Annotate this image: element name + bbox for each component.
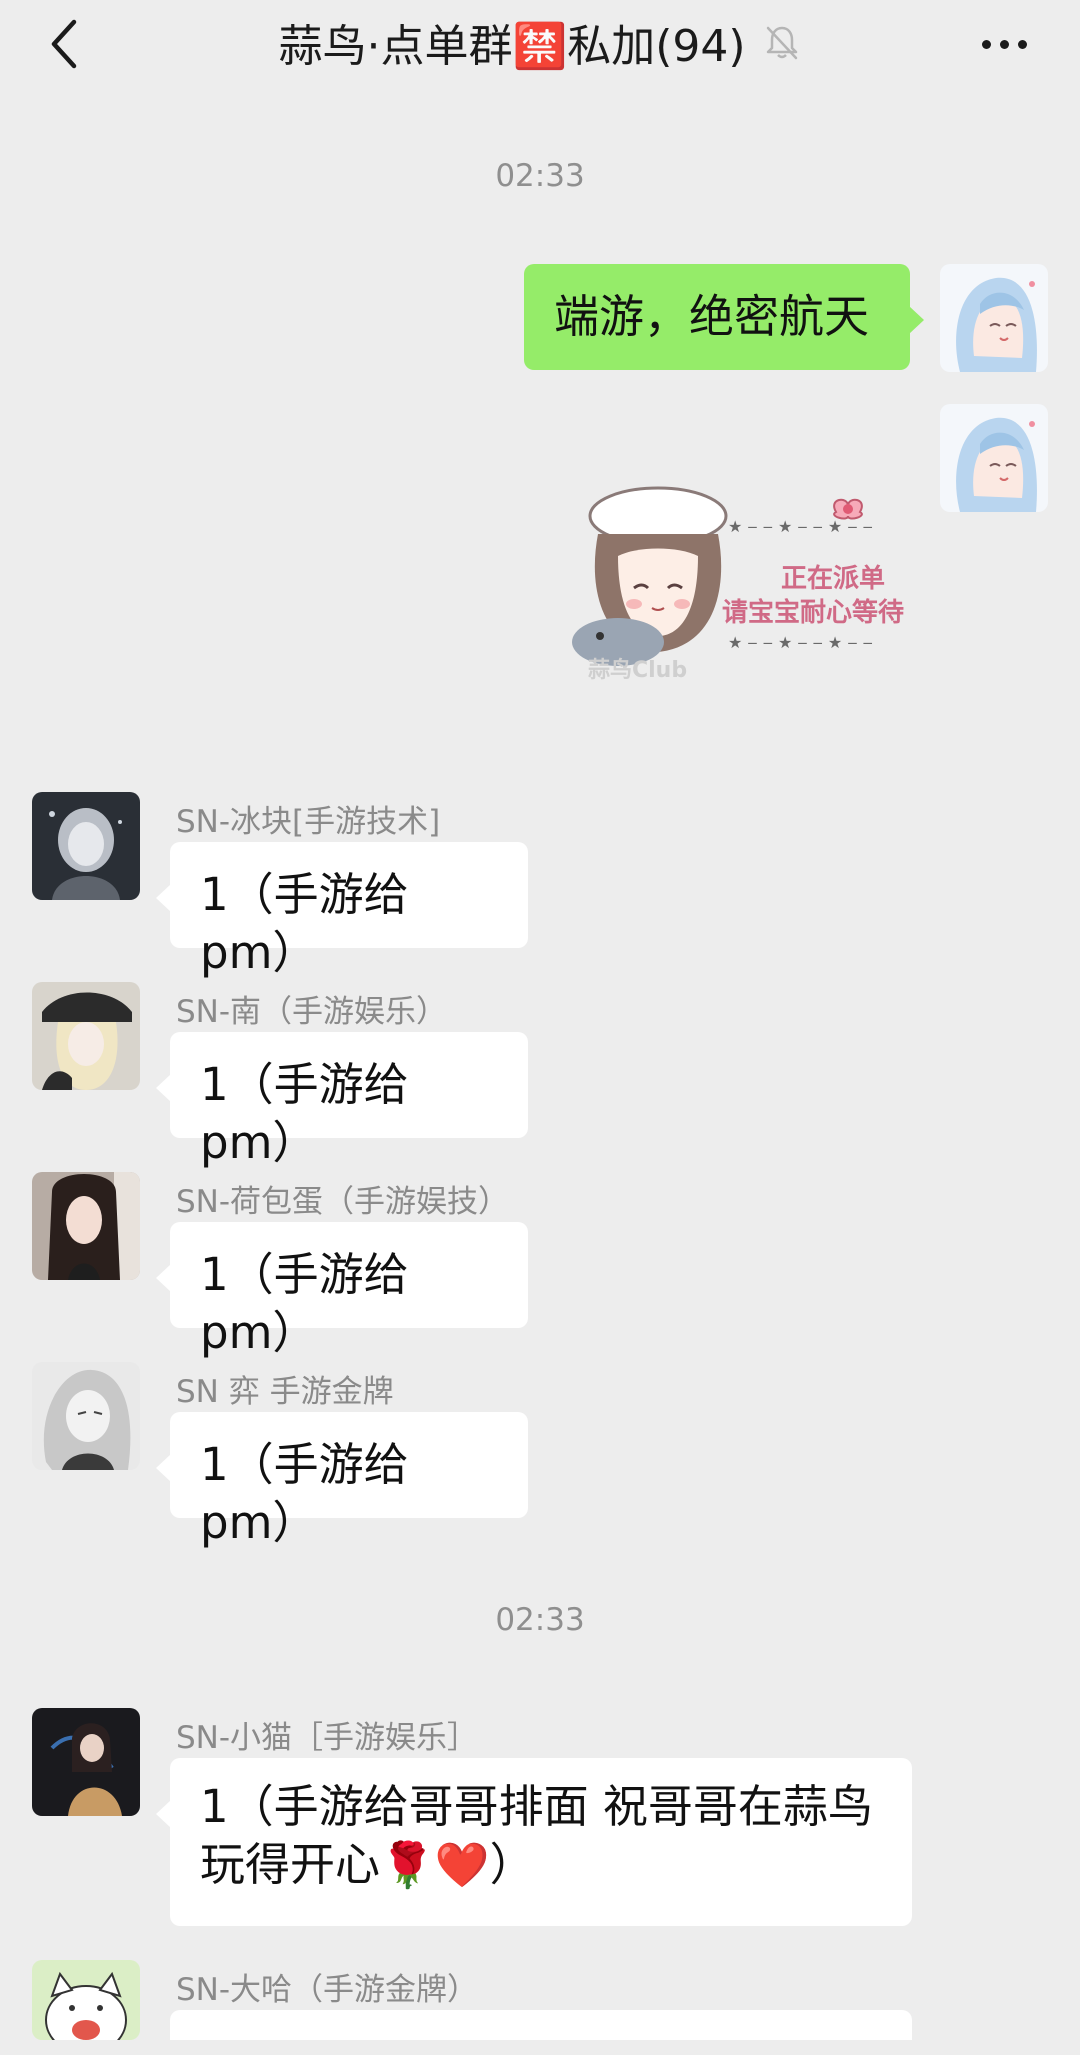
rose-heart-emoji: 🌹❤️ [380,1840,490,1891]
my-avatar[interactable] [940,264,1048,372]
chevron-left-icon [51,19,77,69]
message-text: 1（手游给 pm） [200,1438,409,1549]
chat-header: 蒜鸟·点单群🈲私加(94) [0,0,1080,88]
more-dot [981,39,991,49]
message-timestamp: 02:33 [495,158,585,194]
bubble-tail [156,1454,171,1482]
svg-text:★ ‒ ‒ ★ ‒ ‒ ★ ‒ ‒: ★ ‒ ‒ ★ ‒ ‒ ★ ‒ ‒ [728,633,873,652]
message-text: ） [489,1838,535,1891]
sender-name: SN-南（手游娱乐） [176,994,448,1030]
message-text: 1（手游给 pm） [200,868,409,979]
bubble-tail [909,306,924,334]
message-text: 1（手游给 pm） [200,1058,409,1169]
sender-name: SN-大哈（手游金牌） [176,1972,479,2008]
message-text-line1: 1（手游给哥哥排面 祝哥哥在蒜鸟 [200,1780,873,1833]
outgoing-message-bubble[interactable]: 端游，绝密航天 [524,264,924,370]
sticker-text-line1: 正在派单 [780,564,885,594]
sender-name: SN-冰块[手游技术] [176,804,441,840]
more-options-button[interactable] [972,22,1036,66]
back-button[interactable] [36,16,92,72]
bubble-tail [156,1264,171,1292]
sender-name: SN-荷包蛋（手游娱技） [176,1184,510,1220]
incoming-message-bubble[interactable] [170,2010,912,2040]
more-dot [1017,39,1027,49]
bubble-tail [156,884,171,912]
title-area: 蒜鸟·点单群🈲私加(94) [150,12,930,72]
sticker-watermark: 蒜鸟Club [588,658,688,683]
sender-name: SN 弈 手游金牌 [176,1374,394,1410]
message-timestamp: 02:33 [495,1602,585,1638]
bubble-tail [156,1800,171,1828]
sender-avatar[interactable] [32,1172,140,1280]
more-dot [999,39,1009,49]
svg-text:★ ‒ ‒ ★ ‒ ‒ ★ ‒ ‒: ★ ‒ ‒ ★ ‒ ‒ ★ ‒ ‒ [728,517,873,536]
sender-avatar[interactable] [32,1708,140,1816]
sender-name: SN-小猫［手游娱乐］ [176,1720,479,1756]
message-text: 玩得开心 [200,1838,381,1891]
message-text: 1（手游给 pm） [200,1248,409,1359]
chat-title: 蒜鸟·点单群🈲私加(94) [278,21,746,72]
message-text-line2: 玩得开心🌹❤️） [200,1836,882,1895]
my-avatar[interactable] [940,404,1048,512]
incoming-message-bubble[interactable]: 1（手游给 pm） [156,1222,528,1359]
incoming-message-bubble[interactable]: 1（手游给 pm） [156,842,528,979]
sender-avatar[interactable] [32,1960,140,2040]
sticker-text-line2: 请宝宝耐心等待 [721,598,904,628]
bubble-tail [156,1074,171,1102]
sender-avatar[interactable] [32,792,140,900]
bell-slash-icon [762,22,802,62]
sender-avatar[interactable] [32,1362,140,1470]
sender-avatar[interactable] [32,982,140,1090]
sticker-message[interactable]: ★ ‒ ‒ ★ ‒ ‒ ★ ‒ ‒ ★ ‒ ‒ ★ ‒ ‒ ★ ‒ ‒ 正在派单… [548,476,918,686]
incoming-message-bubble[interactable]: 1（手游给 pm） [156,1032,528,1169]
incoming-message-bubble[interactable]: 1（手游给哥哥排面 祝哥哥在蒜鸟 玩得开心🌹❤️） [156,1758,912,1926]
message-text: 端游，绝密航天 [554,290,870,343]
incoming-message-bubble[interactable]: 1（手游给 pm） [156,1412,528,1549]
